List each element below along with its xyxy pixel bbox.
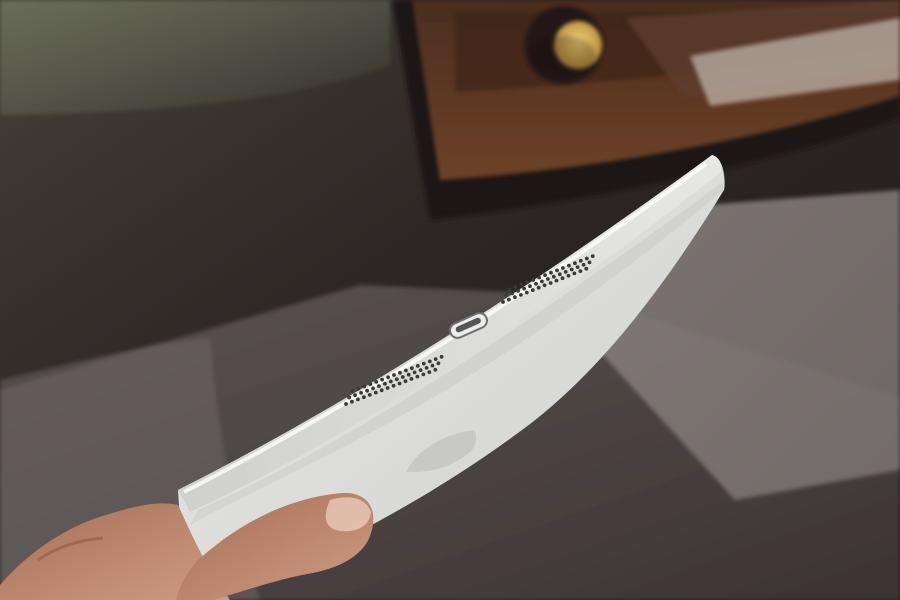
speaker-grille-right-hole xyxy=(513,285,518,289)
speaker-grille-left-hole xyxy=(404,368,408,373)
speaker-grille-left-hole xyxy=(347,395,352,400)
speaker-grille-left-hole xyxy=(377,384,381,388)
speaker-grille-right-hole xyxy=(513,295,517,300)
photo-scene xyxy=(0,0,900,600)
speaker-grille-left-hole xyxy=(367,393,372,397)
speaker-grille-right-hole xyxy=(510,291,514,296)
speaker-grille-right-hole xyxy=(563,270,568,274)
speaker-grille-left-hole xyxy=(344,402,348,406)
speaker-grille-right-hole xyxy=(573,261,577,266)
speaker-grille-left-hole xyxy=(400,375,405,379)
speaker-grille-right-hole xyxy=(519,282,524,287)
speaker-grille-right-hole xyxy=(507,287,512,292)
speaker-grille-right-hole xyxy=(566,273,571,278)
scene-svg xyxy=(0,0,900,600)
speaker-grille-left-hole xyxy=(430,363,435,368)
speaker-grille-right-hole xyxy=(584,256,589,261)
speaker-grille-right-hole xyxy=(572,271,577,276)
speaker-grille-left-hole xyxy=(418,368,423,372)
speaker-grille-right-hole xyxy=(554,278,559,283)
speaker-grille-left-hole xyxy=(359,391,363,395)
speaker-grille-left-hole xyxy=(421,361,426,366)
speaker-grille-right-hole xyxy=(557,272,562,277)
speaker-grille-right-hole xyxy=(536,285,541,290)
speaker-grille-right-hole xyxy=(501,300,505,304)
speaker-grille-right-hole xyxy=(534,281,538,286)
speaker-grille-right-hole xyxy=(516,289,520,293)
speaker-grille-left-hole xyxy=(362,395,366,400)
speaker-grille-left-hole xyxy=(365,388,369,393)
speaker-grille-left-hole xyxy=(424,366,429,370)
speaker-grille-left-hole xyxy=(427,359,432,364)
speaker-grille-right-hole xyxy=(540,279,544,284)
speaker-grille-right-hole xyxy=(549,270,553,275)
speaker-grille-left-hole xyxy=(436,361,441,366)
speaker-grille-right-hole xyxy=(551,274,556,279)
speaker-grille-left-hole xyxy=(406,372,411,377)
speaker-grille-right-hole xyxy=(575,265,580,269)
speaker-grille-left-hole xyxy=(362,384,367,389)
speaker-grille-left-hole xyxy=(392,373,396,377)
speaker-grille-left-hole xyxy=(386,375,390,380)
speaker-grille-left-hole xyxy=(415,364,420,368)
speaker-grille-right-hole xyxy=(522,286,526,291)
speaker-grille-right-hole xyxy=(525,280,530,285)
speaker-grille-left-hole xyxy=(380,377,384,382)
speaker-grille-left-hole xyxy=(427,370,432,374)
speaker-grille-right-hole xyxy=(584,266,589,271)
speaker-grille-left-hole xyxy=(415,374,420,379)
speaker-grille-right-hole xyxy=(528,284,532,289)
speaker-grille-right-hole xyxy=(507,297,511,302)
speaker-grille-left-hole xyxy=(371,386,375,391)
speaker-grille-left-hole xyxy=(356,386,361,391)
speaker-grille-left-hole xyxy=(433,367,438,372)
speaker-grille-right-hole xyxy=(590,254,595,258)
speaker-grille-left-hole xyxy=(353,393,357,398)
speaker-grille-left-hole xyxy=(394,377,399,382)
speaker-grille-right-hole xyxy=(569,267,574,272)
speaker-grille-right-hole xyxy=(504,293,509,298)
speaker-grille-right-hole xyxy=(560,276,565,281)
speaker-grille-left-hole xyxy=(388,379,393,384)
speaker-grille-right-hole xyxy=(524,290,529,295)
speaker-grille-left-hole xyxy=(398,370,402,375)
speaker-grille-left-hole xyxy=(409,377,414,381)
speaker-grille-left-hole xyxy=(412,370,417,375)
radio-knob-shadow xyxy=(528,36,596,76)
speaker-grille-left-hole xyxy=(421,372,426,377)
speaker-grille-left-hole xyxy=(410,366,414,371)
speaker-grille-left-hole xyxy=(350,389,355,393)
speaker-grille-left-hole xyxy=(433,357,438,361)
speaker-grille-right-hole xyxy=(530,288,535,292)
speaker-grille-left-hole xyxy=(385,386,390,390)
speaker-grille-right-hole xyxy=(587,260,592,265)
speaker-grille-right-hole xyxy=(543,273,547,277)
speaker-grille-right-hole xyxy=(578,269,583,273)
speaker-grille-right-hole xyxy=(537,275,541,280)
speaker-grille-right-hole xyxy=(561,266,565,270)
speaker-grille-left-hole xyxy=(391,383,396,388)
speaker-grille-right-hole xyxy=(546,277,550,281)
speaker-grille-right-hole xyxy=(567,263,571,268)
speaker-grille-left-hole xyxy=(403,379,408,384)
speaker-grille-right-hole xyxy=(578,258,583,263)
speaker-grille-left-hole xyxy=(373,390,378,395)
speaker-grille-left-hole xyxy=(379,388,384,393)
speaker-grille-right-hole xyxy=(555,268,559,273)
speaker-grille-left-hole xyxy=(356,397,360,402)
speaker-grille-left-hole xyxy=(439,354,444,359)
speaker-grille-left-hole xyxy=(374,380,379,384)
speaker-grille-right-hole xyxy=(581,262,586,267)
speaker-grille-left-hole xyxy=(383,381,387,386)
speaker-grille-right-hole xyxy=(531,278,536,282)
speaker-grille-right-hole xyxy=(548,281,553,285)
speaker-grille-right-hole xyxy=(519,293,523,297)
speaker-grille-left-hole xyxy=(350,399,354,404)
speaker-grille-left-hole xyxy=(397,381,402,386)
speaker-grille-right-hole xyxy=(542,283,547,288)
speaker-grille-left-hole xyxy=(368,382,373,387)
